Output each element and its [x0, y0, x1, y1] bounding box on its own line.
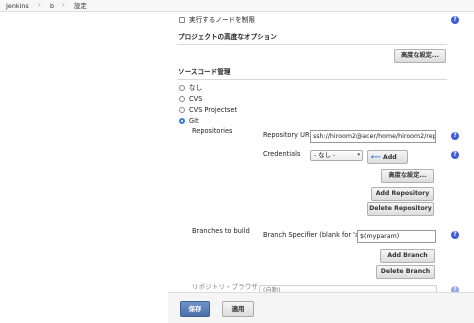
branch-specifier-label: Branch Specifier (blank for 'any'): [263, 231, 372, 239]
section-divider: [177, 44, 447, 45]
repository-advanced-button[interactable]: 高度な設定...: [381, 169, 434, 183]
section-divider: [177, 79, 447, 80]
add-repository-button[interactable]: Add Repository: [371, 187, 434, 201]
credentials-label: Credentials: [263, 150, 301, 158]
scm-option-cvs-projectset: CVS Projectset: [189, 106, 238, 114]
repository-url-label: Repository URL: [263, 131, 314, 139]
add-key-icon: ⟵: [371, 153, 382, 161]
restrict-node-checkbox[interactable]: [179, 17, 185, 23]
add-branch-button[interactable]: Add Branch: [380, 249, 435, 263]
advanced-project-button[interactable]: 高度な設定...: [394, 49, 446, 63]
delete-repository-button[interactable]: Delete Repository: [367, 202, 434, 216]
help-icon[interactable]: ?: [451, 231, 459, 239]
help-icon[interactable]: ?: [451, 132, 459, 140]
help-icon[interactable]: ?: [451, 16, 459, 24]
scm-heading: ソースコード管理: [178, 68, 231, 76]
add-credentials-button[interactable]: ⟵ Add: [367, 150, 408, 164]
scm-option-git: Git: [189, 117, 199, 125]
save-button[interactable]: 保存: [180, 301, 210, 317]
chevron-down-icon: ▾: [357, 152, 360, 158]
scm-radio-none[interactable]: [179, 85, 185, 91]
repository-url-input[interactable]: ssh://hiroom2@acer/home/hiroom2/repo/mer: [310, 130, 436, 143]
restrict-node-label: 実行するノードを制限: [189, 16, 255, 24]
breadcrumb-separator: ›: [62, 1, 65, 9]
branch-specifier-input[interactable]: $(myparam): [357, 230, 436, 243]
branches-label: Branches to build: [192, 227, 250, 235]
breadcrumb-separator: ›: [38, 1, 41, 9]
scm-radio-cvs[interactable]: [179, 96, 185, 102]
help-icon[interactable]: ?: [451, 151, 459, 159]
breadcrumb-bar: Jenkins › b › 設定: [0, 0, 474, 12]
scm-radio-git[interactable]: [179, 118, 185, 124]
advanced-project-heading: プロジェクトの高度なオプション: [178, 33, 277, 41]
breadcrumb-item-config[interactable]: 設定: [74, 2, 87, 10]
breadcrumb-item-jenkins[interactable]: Jenkins: [6, 2, 29, 10]
scm-option-cvs: CVS: [189, 95, 203, 103]
credentials-select[interactable]: - なし - ▾: [310, 150, 363, 161]
scm-radio-cvs-projectset[interactable]: [179, 107, 185, 113]
scm-option-none: なし: [189, 84, 203, 92]
delete-branch-button[interactable]: Delete Branch: [376, 265, 435, 279]
sidebar-blank: [0, 12, 168, 323]
add-credentials-label: Add: [383, 154, 397, 161]
credentials-select-value: - なし -: [314, 152, 336, 159]
form-footer: 保存 適用: [168, 292, 474, 323]
apply-button[interactable]: 適用: [222, 301, 254, 317]
repositories-label: Repositories: [192, 127, 233, 135]
repository-browser-label: リポジトリ・ブラウザ: [192, 283, 258, 291]
breadcrumb-item-job[interactable]: b: [50, 2, 54, 10]
